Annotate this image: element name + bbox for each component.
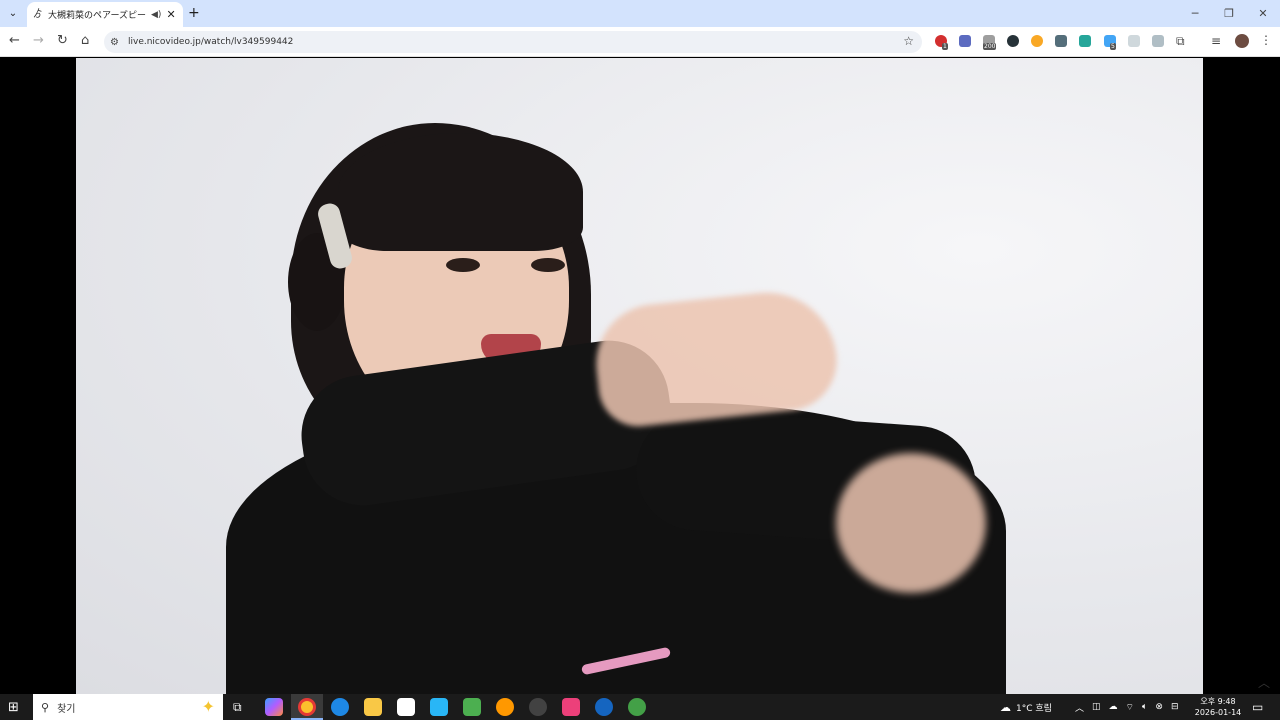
extension-badge: 200 <box>983 43 997 50</box>
video-content <box>836 453 986 593</box>
cloud-icon: ☁ <box>1000 700 1011 714</box>
app-icon[interactable] <box>628 698 646 716</box>
input-method-icon[interactable]: ⊟ <box>1171 702 1179 712</box>
volume-icon[interactable]: 🔈︎ <box>1142 702 1147 712</box>
file-explorer-icon[interactable] <box>364 698 382 716</box>
extension-color-icon[interactable] <box>1031 35 1043 47</box>
close-window-icon[interactable]: ✕ <box>1246 0 1280 27</box>
chrome-app-icon[interactable] <box>298 698 316 716</box>
site-info-icon[interactable]: ⚙ <box>110 37 124 48</box>
home-icon[interactable]: ⌂ <box>81 33 89 48</box>
profile-avatar[interactable] <box>1235 34 1249 48</box>
menu-kebab-icon[interactable]: ⋮ <box>1260 33 1272 47</box>
tray-app-icon[interactable]: ⊗ <box>1155 702 1163 712</box>
system-tray: ︿ ◫ ☁ ⌔ 🔈︎ ⊗ ⊟ <box>1075 694 1179 720</box>
extension-text-icon[interactable] <box>1055 35 1067 47</box>
video-content <box>446 258 480 272</box>
weather-text: 1°C 흐림 <box>1016 703 1052 714</box>
new-tab-icon[interactable]: + <box>188 5 200 21</box>
extension-badge: 1 <box>942 43 948 50</box>
notification-icon[interactable]: ▭ <box>1252 700 1263 714</box>
bookmark-star-icon[interactable]: ☆ <box>903 34 914 48</box>
clock[interactable]: 오후 9:48 2026-01-14 <box>1192 696 1244 718</box>
back-icon[interactable]: ← <box>9 33 20 48</box>
reading-list-icon[interactable]: ≡ <box>1211 34 1221 48</box>
weather-widget[interactable]: ☁ 1°C 흐림 <box>1000 694 1052 720</box>
video-player[interactable] <box>0 58 1280 694</box>
minimize-icon[interactable]: ─ <box>1178 0 1212 27</box>
clock-date: 2026-01-14 <box>1194 708 1242 717</box>
taskbar-search-box[interactable]: ⚲ 찾기 ✦ <box>33 694 223 720</box>
video-content <box>590 285 842 431</box>
tab-title: 大槻莉菜のペアーズピーアンビ <box>48 11 146 21</box>
extension-page-icon[interactable] <box>1128 35 1140 47</box>
url-text: live.nicovideo.jp/watch/lv349599442 <box>128 37 294 47</box>
address-bar[interactable]: ⚙ live.nicovideo.jp/watch/lv349599442 ☆ <box>104 31 922 53</box>
app-icon[interactable] <box>529 698 547 716</box>
extensions-puzzle-icon[interactable]: ⧉ <box>1176 34 1185 49</box>
edge-app-icon[interactable] <box>331 698 349 716</box>
extension-badge: 5 <box>1110 43 1116 50</box>
extension-chat-icon[interactable] <box>1152 35 1164 47</box>
audio-playing-icon[interactable]: ◀) <box>151 10 161 20</box>
app-icon[interactable] <box>562 698 580 716</box>
search-icon: ⚲ <box>41 700 50 714</box>
restore-icon[interactable]: ❐ <box>1212 0 1246 27</box>
copilot-app-icon[interactable] <box>265 698 283 716</box>
tray-chevron-icon[interactable]: ︿ <box>1075 701 1084 714</box>
clock-time: 오후 9:48 <box>1200 697 1236 706</box>
network-icon[interactable]: ⌔ <box>1126 702 1134 713</box>
store-app-icon[interactable] <box>397 698 415 716</box>
onedrive-icon[interactable]: ☁ <box>1109 702 1118 712</box>
app-icon[interactable] <box>595 698 613 716</box>
video-content <box>338 133 583 251</box>
taskbar: ⊞ ⚲ 찾기 ✦ ⧉ ☁ 1°C 흐림 ︿ ◫ ☁ ⌔ 🔈︎ ⊗ ⊟ 오후 9:… <box>0 694 1280 720</box>
tab-strip: ⌄ ゟ 大槻莉菜のペアーズピーアンビ ◀) ✕ + ─ ❐ ✕ <box>0 0 1280 27</box>
reload-icon[interactable]: ↻ <box>57 33 68 48</box>
tab-close-icon[interactable]: ✕ <box>166 8 175 21</box>
windows-start-icon[interactable]: ⊞ <box>8 700 19 715</box>
tab-search-icon[interactable]: ⌄ <box>4 4 22 22</box>
tray-app-icon[interactable]: ◫ <box>1092 702 1101 712</box>
copilot-sparkle-icon: ✦ <box>201 697 215 716</box>
extension-download-icon[interactable] <box>959 35 971 47</box>
search-placeholder: 찾기 <box>57 703 76 715</box>
video-frame[interactable] <box>76 58 1203 694</box>
niconico-favicon-icon: ゟ <box>33 8 43 20</box>
browser-toolbar: ← → ↻ ⌂ ⚙ live.nicovideo.jp/watch/lv3495… <box>0 27 1280 57</box>
app-icon[interactable] <box>496 698 514 716</box>
app-icon[interactable] <box>430 698 448 716</box>
task-view-icon[interactable]: ⧉ <box>233 700 242 715</box>
forward-icon[interactable]: → <box>33 33 44 48</box>
extension-k-icon[interactable] <box>1079 35 1091 47</box>
app-icon[interactable] <box>463 698 481 716</box>
scroll-up-icon[interactable]: ︿ <box>1258 674 1270 691</box>
video-content <box>531 258 565 272</box>
tab-active[interactable]: ゟ 大槻莉菜のペアーズピーアンビ ◀) ✕ <box>27 2 183 27</box>
window-controls: ─ ❐ ✕ <box>1178 0 1280 27</box>
extension-hex-icon[interactable] <box>1007 35 1019 47</box>
